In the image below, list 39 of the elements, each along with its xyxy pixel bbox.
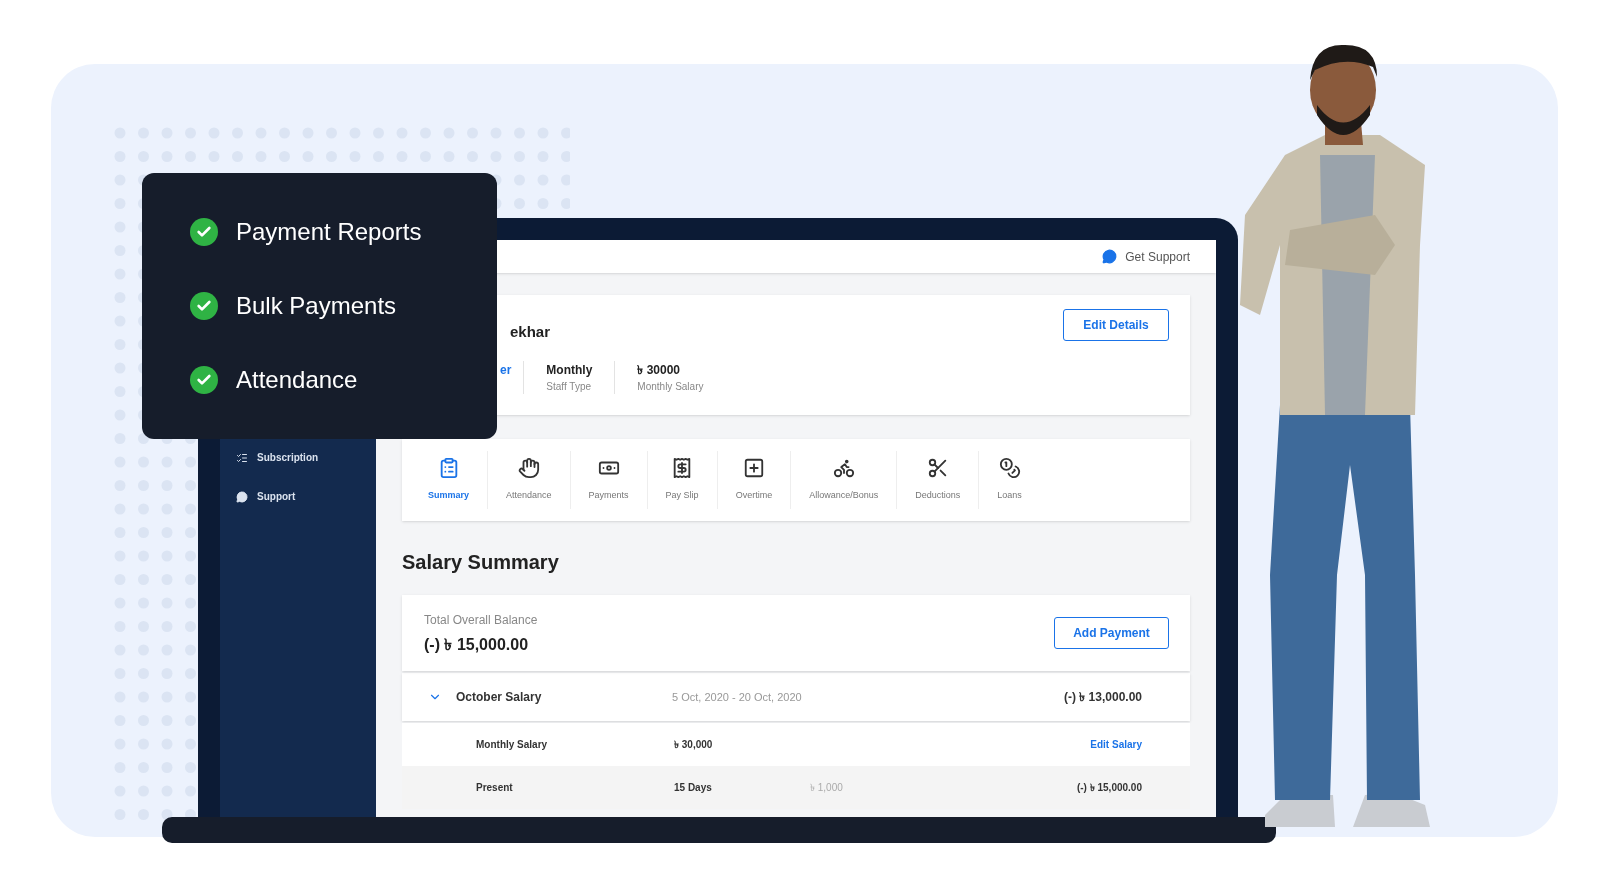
stat-value: Monthly [546,362,593,379]
add-payment-button[interactable]: Add Payment [1054,617,1169,649]
chat-bubble-icon [1102,249,1118,264]
tab[interactable]: Summary [410,451,489,509]
scissors-icon [926,457,949,480]
list-check-icon [236,451,248,464]
stat-value: ৳ 30000 [637,362,682,379]
coins-icon [998,457,1021,480]
period-amount: (-) ৳ 13,000.00 [1063,689,1142,706]
sidebar-item[interactable]: Subscription [236,450,376,465]
period-dates: 5 Oct, 2020 - 20 Oct, 2020 [672,689,802,705]
balance-label: Total Overall Balance [424,612,538,629]
bike-icon [832,457,855,480]
period-row[interactable]: October Salary 5 Oct, 2020 - 20 Oct, 2020 (-) ৳ 13,000.00 [402,673,1190,721]
balance-amount: (-) ৳ 15,000.00 [424,635,529,655]
tab[interactable]: Attendance [488,451,571,509]
feature-label: Bulk Payments [236,291,397,321]
edit-details-button[interactable]: Edit Details [1063,309,1169,341]
stat-label: Staff Type [546,380,592,394]
period-title: October Salary [456,689,543,706]
tab[interactable]: Payments [570,451,648,509]
sidebar-item[interactable]: Support [236,489,376,504]
tab[interactable]: Loans [979,451,1040,509]
salary-row: Monthly Salary ৳ 30,000 Edit Salary [402,723,1190,766]
get-support-link[interactable]: Get Support [1102,247,1190,266]
role-text: er [498,361,525,394]
hand-icon [517,457,540,480]
edit-salary-link[interactable]: Edit Salary [1090,737,1142,752]
section-title: Salary Summary [402,550,560,575]
employee-name: ekhar [510,322,551,342]
tab[interactable]: Overtime [717,451,792,509]
tab[interactable]: Allowance/Bonus [791,451,898,509]
feature-label: Attendance [236,365,358,395]
tab[interactable]: Deductions [897,451,980,509]
feature-label: Payment Reports [236,217,422,247]
square-plus-icon [742,457,765,480]
tab[interactable]: Pay Slip [647,451,718,509]
stat-label: Monthly Salary [637,380,704,394]
chat-bubble-icon [236,490,248,503]
